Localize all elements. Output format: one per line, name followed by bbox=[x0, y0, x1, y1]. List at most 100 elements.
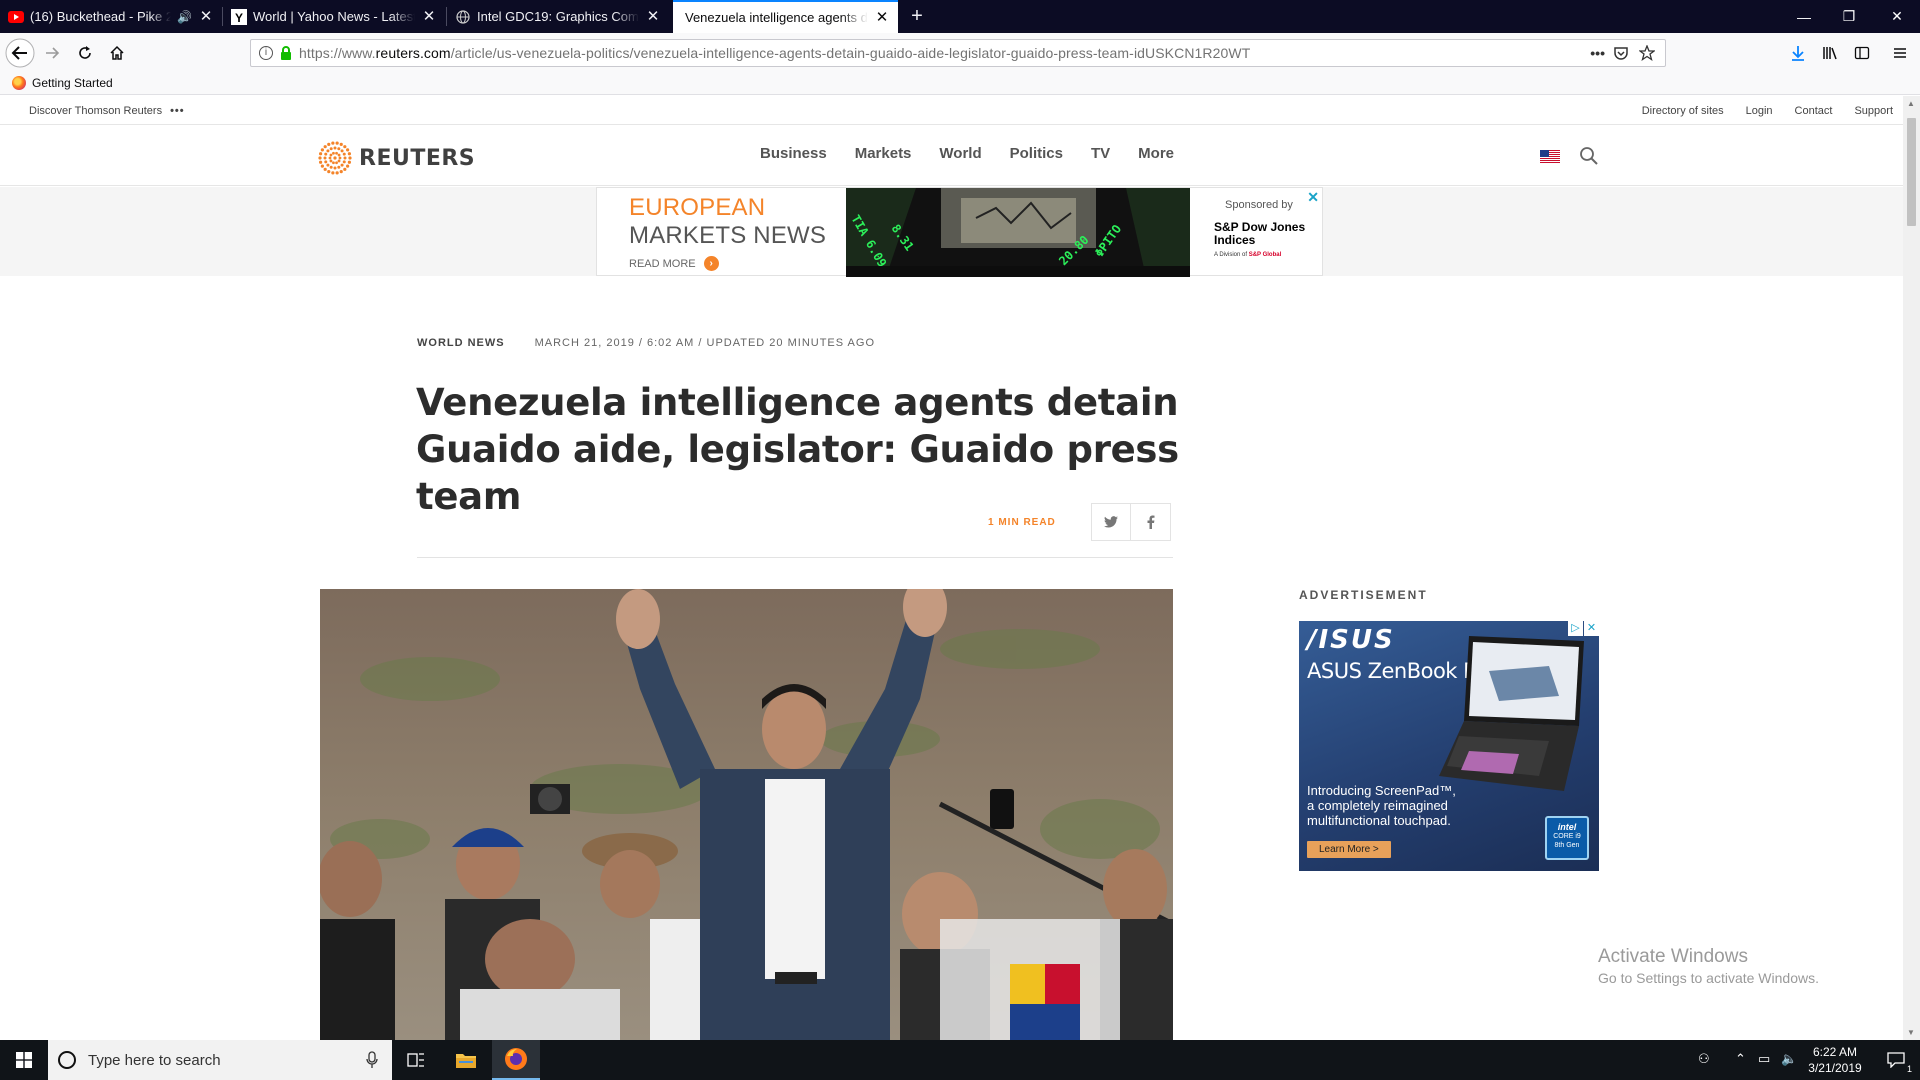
tab-title: Venezuela intelligence agents detain bbox=[685, 10, 868, 25]
page-viewport: Discover Thomson Reuters ••• Directory o… bbox=[0, 96, 1903, 1040]
watermark-subtitle: Go to Settings to activate Windows. bbox=[1598, 970, 1819, 986]
download-icon bbox=[1792, 46, 1804, 61]
directory-link[interactable]: Directory of sites bbox=[1642, 105, 1724, 117]
arrow-right-icon: › bbox=[703, 256, 719, 271]
intel-badge-label: CORE i9 bbox=[1553, 833, 1581, 840]
clock[interactable]: 6:22 AM 3/21/2019 bbox=[1800, 1044, 1870, 1076]
ad-close-icon[interactable]: ✕ bbox=[1307, 189, 1319, 206]
sidebar-button[interactable] bbox=[1846, 37, 1878, 69]
search-placeholder: Type here to search bbox=[88, 1051, 221, 1069]
minimize-icon: — bbox=[1797, 8, 1811, 25]
library-button[interactable] bbox=[1814, 37, 1846, 69]
nav-more[interactable]: More bbox=[1138, 145, 1174, 162]
banner-title-line1: EUROPEAN bbox=[629, 194, 766, 221]
start-button[interactable] bbox=[0, 1040, 48, 1080]
reuters-logo[interactable]: REUTERS bbox=[318, 141, 475, 175]
forward-arrow-icon bbox=[46, 47, 60, 59]
close-tab-icon[interactable]: ✕ bbox=[874, 9, 890, 26]
activate-windows-watermark: Activate Windows Go to Settings to activ… bbox=[1598, 946, 1819, 986]
tab-intel[interactable]: Intel GDC19: Graphics Command ✕ bbox=[447, 0, 669, 33]
ad-choices[interactable]: ▷ ✕ bbox=[1567, 621, 1599, 636]
stock-ticker-image: TIA 6.09 8.31 ΦΡΙΤΟ 20.80 bbox=[846, 188, 1190, 277]
close-window-button[interactable]: ✕ bbox=[1868, 0, 1920, 33]
cortana-icon bbox=[58, 1051, 76, 1069]
nav-markets[interactable]: Markets bbox=[855, 145, 912, 162]
tab-strip: (16) Buckethead - Pike 223 🔊 ✕ Y World |… bbox=[0, 0, 1920, 33]
scroll-up-icon[interactable]: ▲ bbox=[1907, 99, 1915, 108]
scroll-down-icon[interactable]: ▼ bbox=[1907, 1028, 1915, 1037]
close-tab-icon[interactable]: ✕ bbox=[645, 8, 661, 25]
close-tab-icon[interactable]: ✕ bbox=[198, 8, 214, 25]
login-link[interactable]: Login bbox=[1746, 105, 1773, 117]
page-scrollbar[interactable]: ▲ ▼ bbox=[1903, 96, 1920, 1040]
nav-politics[interactable]: Politics bbox=[1010, 145, 1063, 162]
share-facebook-button[interactable] bbox=[1131, 503, 1171, 541]
search-icon[interactable] bbox=[1579, 146, 1599, 166]
taskbar-search[interactable]: Type here to search bbox=[48, 1040, 392, 1080]
share-twitter-button[interactable] bbox=[1091, 503, 1131, 541]
article-photo[interactable] bbox=[320, 589, 1173, 1040]
pocket-icon[interactable] bbox=[1613, 45, 1629, 61]
sponsored-by-label: Sponsored by bbox=[1225, 199, 1293, 211]
downloads-button[interactable] bbox=[1782, 37, 1814, 69]
firefox-icon bbox=[12, 76, 26, 90]
facebook-icon bbox=[1147, 515, 1154, 529]
menu-button[interactable] bbox=[1884, 37, 1916, 69]
close-tab-icon[interactable]: ✕ bbox=[421, 8, 437, 25]
hamburger-menu-icon bbox=[1894, 48, 1906, 58]
network-icon[interactable]: ▭ bbox=[1758, 1051, 1770, 1067]
action-center-button[interactable]: 1 bbox=[1872, 1040, 1920, 1080]
article-channel[interactable]: WORLD NEWS bbox=[417, 337, 505, 349]
folder-icon bbox=[456, 1054, 476, 1068]
sponsored-banner[interactable]: EUROPEAN MARKETS NEWS READ MORE › TIA 6.… bbox=[596, 187, 1323, 277]
banner-title-line2: MARKETS NEWS bbox=[629, 222, 827, 249]
people-icon[interactable]: ⚇ bbox=[1698, 1051, 1710, 1067]
bookmark-getting-started[interactable]: Getting Started bbox=[12, 76, 113, 90]
sidebar-ad[interactable]: /ISUS ASUS ZenBook Pro Introducing Scree… bbox=[1299, 621, 1599, 871]
site-header: REUTERS Business Markets World Politics … bbox=[0, 126, 1903, 186]
info-icon[interactable]: i bbox=[259, 46, 273, 60]
learn-more-button[interactable]: Learn More > bbox=[1307, 841, 1391, 858]
tab-reuters[interactable]: Venezuela intelligence agents detain ✕ bbox=[673, 0, 898, 33]
url-bar[interactable]: i https://www.reuters.com/article/us-ven… bbox=[250, 39, 1666, 67]
globe-icon bbox=[455, 9, 471, 25]
new-tab-button[interactable]: + bbox=[900, 0, 934, 33]
reload-button[interactable] bbox=[69, 37, 101, 69]
speaker-icon[interactable]: 🔊 bbox=[177, 10, 192, 24]
discover-thomson-reuters[interactable]: Discover Thomson Reuters ••• bbox=[29, 105, 185, 117]
back-button[interactable] bbox=[4, 37, 36, 69]
us-flag-icon[interactable] bbox=[1540, 150, 1560, 163]
home-button[interactable] bbox=[101, 37, 133, 69]
discover-label: Discover Thomson Reuters bbox=[29, 105, 163, 117]
scrollbar-thumb[interactable] bbox=[1907, 118, 1916, 226]
utility-links: Directory of sites Login Contact Support bbox=[1620, 105, 1893, 117]
notification-icon bbox=[1887, 1052, 1905, 1068]
youtube-icon bbox=[8, 9, 24, 25]
microphone-icon[interactable] bbox=[366, 1051, 378, 1069]
firefox-taskbar-button[interactable] bbox=[492, 1040, 540, 1080]
article-headline: Venezuela intelligence agents detain Gua… bbox=[416, 381, 1179, 518]
task-view-button[interactable] bbox=[392, 1040, 440, 1080]
volume-icon[interactable]: 🔈 bbox=[1781, 1051, 1797, 1067]
tab-yahoo[interactable]: Y World | Yahoo News - Latest News ✕ bbox=[223, 0, 445, 33]
bookmark-star-icon[interactable] bbox=[1639, 45, 1655, 61]
intel-gen-label: 8th Gen bbox=[1554, 842, 1580, 849]
nav-tv[interactable]: TV bbox=[1091, 145, 1110, 162]
ad-close-icon[interactable]: ✕ bbox=[1584, 621, 1599, 636]
forward-button[interactable] bbox=[36, 37, 68, 69]
page-actions-icon[interactable]: ••• bbox=[1590, 45, 1605, 61]
nav-world[interactable]: World bbox=[939, 145, 981, 162]
tray-chevron-icon[interactable]: ⌃ bbox=[1735, 1051, 1746, 1067]
file-explorer-button[interactable] bbox=[442, 1040, 490, 1080]
contact-link[interactable]: Contact bbox=[1795, 105, 1833, 117]
url-text[interactable]: https://www.reuters.com/article/us-venez… bbox=[299, 45, 1250, 61]
nav-business[interactable]: Business bbox=[760, 145, 827, 162]
share-buttons bbox=[1091, 503, 1171, 541]
adchoices-icon[interactable]: ▷ bbox=[1568, 621, 1583, 636]
banner-read-more[interactable]: READ MORE › bbox=[629, 256, 719, 271]
notification-count: 1 bbox=[1906, 1064, 1912, 1074]
sidebar-icon bbox=[1854, 46, 1870, 60]
support-link[interactable]: Support bbox=[1854, 105, 1893, 117]
more-dots-icon[interactable]: ••• bbox=[170, 105, 185, 117]
tab-youtube[interactable]: (16) Buckethead - Pike 223 🔊 ✕ bbox=[0, 0, 222, 33]
